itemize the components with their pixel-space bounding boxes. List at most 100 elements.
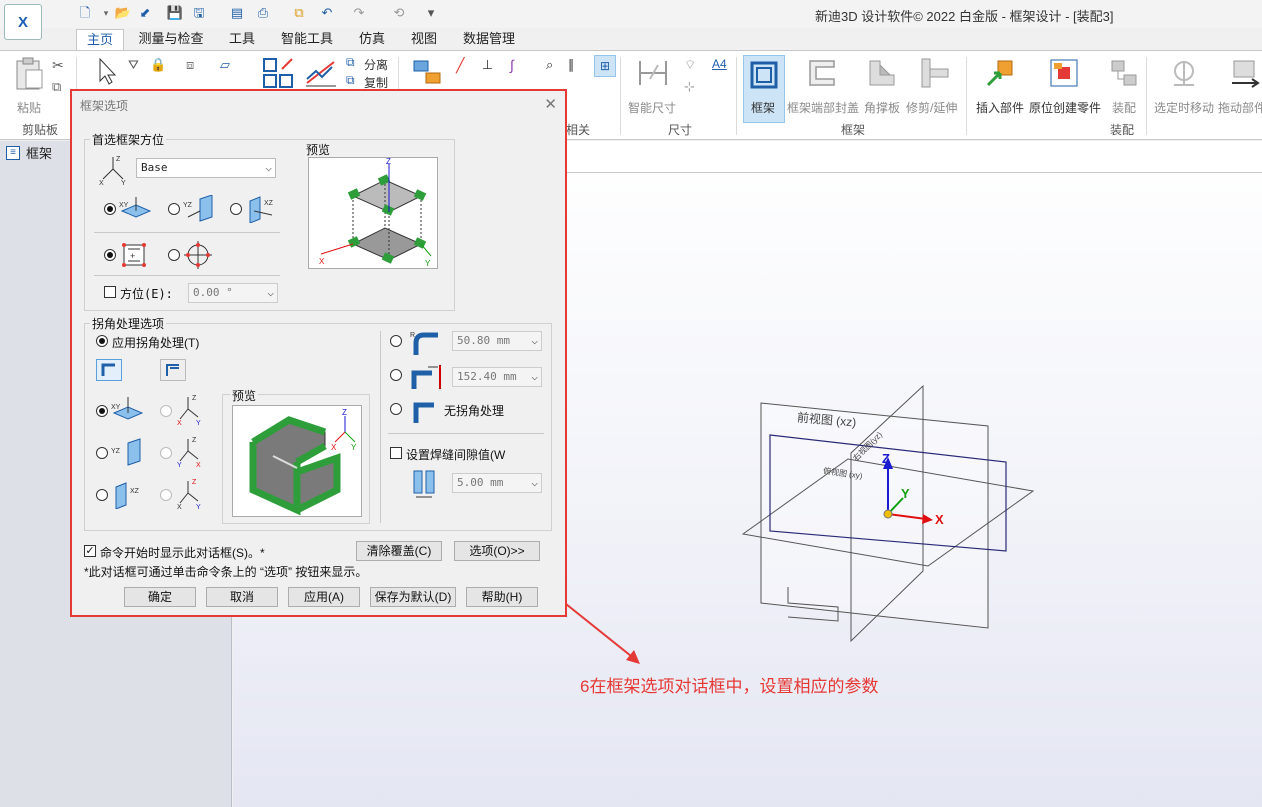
clear-override-button[interactable]: 清除覆盖(C) xyxy=(356,541,442,561)
assemble-icon[interactable] xyxy=(1108,57,1140,89)
copy-icon[interactable]: ⧉ xyxy=(52,79,61,95)
tab-home[interactable]: 主页 xyxy=(76,29,124,50)
insert-part-icon[interactable] xyxy=(984,57,1016,89)
smart-dimension-icon[interactable] xyxy=(636,57,670,89)
relation-assistant-icon[interactable]: ⊞ xyxy=(594,55,616,77)
profile-origin-center-radio[interactable] xyxy=(168,249,180,261)
miter-toggle[interactable] xyxy=(96,359,122,381)
arc-icon[interactable]: ∫ xyxy=(510,57,514,73)
tab-tools[interactable]: 工具 xyxy=(222,29,262,50)
weld-gap-field[interactable]: 5.00 mm ⌵ xyxy=(452,473,542,493)
xz-radio[interactable] xyxy=(230,203,242,215)
pin-icon[interactable]: ⬋ xyxy=(136,4,154,22)
layout-icon[interactable] xyxy=(262,57,296,89)
cut-icon[interactable]: ✂ xyxy=(52,57,64,74)
corner-offset-radio[interactable] xyxy=(390,369,402,381)
tab-smart-tools[interactable]: 智能工具 xyxy=(276,29,338,50)
select-cursor-icon[interactable] xyxy=(96,57,118,85)
corner-yz-radio[interactable] xyxy=(96,447,108,459)
apply-corner-label: 应用拐角处理(T) xyxy=(112,336,200,350)
title-bar: X 🗋 ▾ 📂 ⬋ 💾 🖫 ▤ ⎙ ⧉ ↶ ↷ ⟲ ▾ 新迪3D 设计软件© 2… xyxy=(0,0,1262,40)
show-on-start-checkbox[interactable]: ✓ xyxy=(84,545,96,557)
angle-label: 方位(E): xyxy=(120,287,173,301)
corner-xy-alt-radio[interactable] xyxy=(160,405,172,417)
query-icon[interactable]: ⧈ xyxy=(186,57,194,73)
corner-value1-field[interactable]: 50.80 mm ⌵ xyxy=(452,331,542,351)
paste-label: 粘贴 xyxy=(17,101,42,115)
axis-z-label: Z xyxy=(882,451,890,466)
save-default-button[interactable]: 保存为默认(D) xyxy=(370,587,456,607)
assembly-relation-icon[interactable] xyxy=(412,57,442,87)
help-button[interactable]: 帮助(H) xyxy=(466,587,538,607)
xy-radio[interactable] xyxy=(104,203,116,215)
yz-radio[interactable] xyxy=(168,203,180,215)
repeat-icon[interactable]: ⟲ xyxy=(390,4,408,22)
separate-label[interactable]: 分离 xyxy=(364,56,388,73)
corner-yz-alt-radio[interactable] xyxy=(160,447,172,459)
new-dropdown-icon[interactable]: ▾ xyxy=(97,4,115,22)
dimension-axis-icon[interactable]: ⊥ xyxy=(482,57,493,73)
copy-part-icon[interactable]: ⧉ xyxy=(346,73,355,88)
frame-button[interactable]: 框架 xyxy=(743,55,785,123)
no-corner-radio[interactable] xyxy=(390,403,402,415)
save-all-icon[interactable]: 🖫 xyxy=(190,4,208,22)
svg-text:XY: XY xyxy=(111,404,121,411)
angle-checkbox[interactable] xyxy=(104,286,116,298)
butt-toggle[interactable] xyxy=(160,359,186,381)
profile-origin-corner-radio[interactable] xyxy=(104,249,116,261)
separate-icon[interactable]: ⧉ xyxy=(346,55,355,70)
sketch-pencil-icon[interactable] xyxy=(304,57,338,89)
point-icon[interactable]: ⌕ xyxy=(546,57,553,73)
customize-qa-icon[interactable]: ▾ xyxy=(422,4,440,22)
corner-xz-alt-radio[interactable] xyxy=(160,489,172,501)
undo-icon[interactable]: ↶ xyxy=(318,4,336,22)
cancel-button[interactable]: 取消 xyxy=(206,587,278,607)
corner-offset-icon xyxy=(411,365,441,389)
options-button[interactable]: 选项(O)>> xyxy=(454,541,540,561)
corner-xz-radio[interactable] xyxy=(96,489,108,501)
corner-value2-field[interactable]: 152.40 mm ⌵ xyxy=(452,367,542,387)
drag-part-icon[interactable] xyxy=(1228,57,1260,89)
properties-icon[interactable]: ▤ xyxy=(228,4,246,22)
svg-text:Y: Y xyxy=(351,443,357,452)
apply-corner-radio[interactable] xyxy=(96,335,108,347)
trim-extend-icon[interactable] xyxy=(918,57,950,89)
tab-data-management[interactable]: 数据管理 xyxy=(458,29,520,50)
attach-icon[interactable]: ⧉ xyxy=(290,4,308,22)
weld-gap-icon xyxy=(413,470,435,498)
paste-icon[interactable] xyxy=(14,57,44,91)
parallel-icon[interactable]: ∥ xyxy=(568,57,575,73)
new-file-icon[interactable]: 🗋 xyxy=(76,4,94,22)
angle-field[interactable]: 0.00 ° ⌵ xyxy=(188,283,278,303)
line-icon[interactable]: ╱ xyxy=(456,57,464,74)
tab-simulation[interactable]: 仿真 xyxy=(352,29,392,50)
svg-text:Z: Z xyxy=(342,408,347,417)
text-style-icon[interactable]: A4 xyxy=(712,57,727,71)
angle-dim-icon[interactable]: ⌔ xyxy=(684,57,696,73)
tree-root-frame[interactable]: ≡ 框架 xyxy=(6,143,52,162)
sketch-plane-icon[interactable]: ▱ xyxy=(220,57,230,73)
gusset-icon[interactable] xyxy=(866,57,898,89)
assemble-label: 装配 xyxy=(1112,101,1137,115)
print-icon[interactable]: ⎙ xyxy=(254,4,272,22)
open-folder-icon[interactable]: 📂 xyxy=(114,4,132,22)
apply-button[interactable]: 应用(A) xyxy=(288,587,360,607)
corner-xy-radio[interactable] xyxy=(96,405,108,417)
gusset-label: 角撑板 xyxy=(864,101,901,115)
weld-gap-checkbox[interactable] xyxy=(390,447,402,459)
coordinate-dim-icon[interactable]: ⊹ xyxy=(684,79,695,95)
create-in-place-icon[interactable] xyxy=(1048,57,1080,89)
tab-view[interactable]: 视图 xyxy=(404,29,444,50)
lock-icon[interactable]: 🔒 xyxy=(150,57,166,73)
ok-button[interactable]: 确定 xyxy=(124,587,196,607)
svg-text:Y: Y xyxy=(121,180,126,185)
filter-icon[interactable]: ⛛ xyxy=(128,57,139,73)
save-icon[interactable]: 💾 xyxy=(166,4,184,22)
frame-end-cap-icon[interactable] xyxy=(806,57,838,89)
tab-measure[interactable]: 测量与检查 xyxy=(134,29,208,50)
plane-select[interactable]: Base ⌵ xyxy=(136,158,276,178)
close-icon[interactable]: ✕ xyxy=(544,95,557,113)
redo-icon[interactable]: ↷ xyxy=(350,4,368,22)
move-selected-icon[interactable] xyxy=(1168,57,1200,89)
corner-radius-radio[interactable] xyxy=(390,335,402,347)
